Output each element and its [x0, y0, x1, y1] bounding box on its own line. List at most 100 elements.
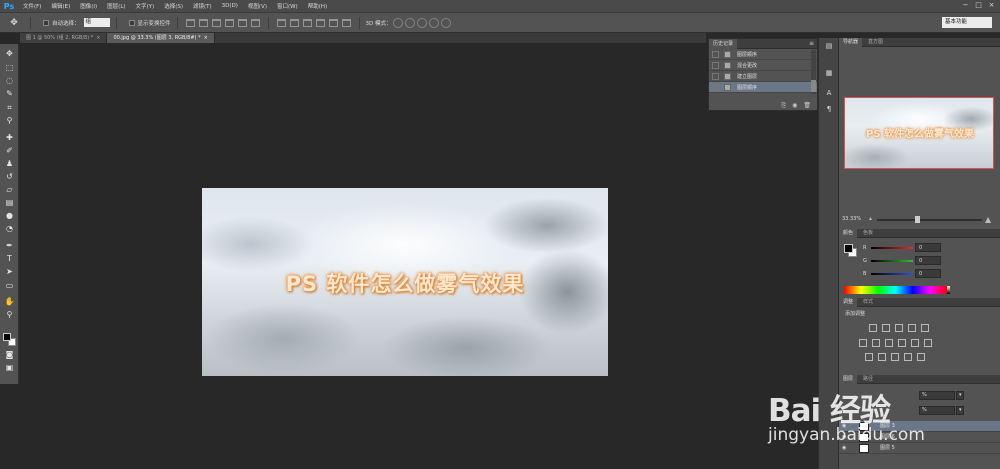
vibrance-icon[interactable]: [921, 324, 929, 332]
pen-tool-icon[interactable]: ✒: [4, 240, 15, 251]
distribute-hcenter-icon[interactable]: [328, 18, 338, 27]
history-item[interactable]: 图层顺序: [709, 49, 817, 60]
history-brush-source-box[interactable]: [712, 61, 719, 69]
new-document-from-state-icon[interactable]: ⎘: [781, 102, 786, 110]
blur-tool-icon[interactable]: ●: [4, 210, 15, 221]
3d-scale-icon[interactable]: [440, 17, 451, 28]
selective-color-icon[interactable]: [917, 353, 925, 361]
document-tab-2[interactable]: 00.jpg @ 33.3% (图层 3, RGB/8#) * ×: [107, 33, 215, 43]
menu-layer[interactable]: 图层(L): [102, 2, 130, 10]
3d-pan-icon[interactable]: [416, 17, 427, 28]
zoom-slider[interactable]: [877, 216, 982, 223]
menu-edit[interactable]: 编辑(E): [46, 2, 75, 10]
auto-select-checkbox[interactable]: [43, 19, 49, 26]
history-panel-icon[interactable]: ▤: [824, 41, 834, 51]
new-snapshot-icon[interactable]: ◉: [792, 102, 797, 109]
close-button[interactable]: ×: [987, 1, 996, 10]
tab-swatches[interactable]: 色板: [859, 229, 877, 238]
zoom-in-icon[interactable]: ▲: [985, 215, 991, 224]
history-brush-source-box[interactable]: [712, 50, 719, 58]
tab-history[interactable]: 历史记录: [709, 39, 738, 49]
screen-mode-icon[interactable]: ▣: [4, 362, 15, 373]
move-tool-icon[interactable]: ✥: [4, 48, 15, 59]
3d-rotate-icon[interactable]: [392, 17, 403, 28]
history-brush-source-box[interactable]: [712, 83, 719, 91]
menu-select[interactable]: 选择(S): [159, 2, 188, 10]
gradient-tool-icon[interactable]: ▤: [4, 197, 15, 208]
channel-slider-g[interactable]: [871, 260, 913, 262]
document-canvas[interactable]: PS 软件怎么做雾气效果: [202, 188, 608, 376]
zoom-out-icon[interactable]: ▴: [869, 215, 872, 222]
zoom-level[interactable]: 33.33%: [842, 216, 861, 222]
panel-menu-icon[interactable]: ≡: [809, 40, 814, 47]
document-tab-1[interactable]: 图 1 @ 50% (组 2, RGB/8) * ×: [20, 33, 108, 43]
character-panel-icon[interactable]: A: [824, 88, 834, 98]
menu-help[interactable]: 帮助(H): [303, 2, 332, 10]
tab-histogram[interactable]: 直方图: [864, 38, 887, 47]
delete-state-icon[interactable]: 🗑: [803, 102, 811, 109]
history-item[interactable]: 建立图层: [709, 71, 817, 82]
levels-icon[interactable]: [882, 324, 890, 332]
eyedropper-tool-icon[interactable]: ⚲: [4, 115, 15, 126]
menu-view[interactable]: 视图(V): [243, 2, 272, 10]
gradient-map-icon[interactable]: [904, 353, 912, 361]
history-scroll-thumb[interactable]: [811, 80, 816, 92]
paragraph-panel-icon[interactable]: ¶: [824, 104, 834, 114]
distribute-bottom-icon[interactable]: [302, 18, 312, 27]
menu-window[interactable]: 窗口(W): [272, 2, 303, 10]
workspace-dropdown[interactable]: 基本功能: [942, 17, 992, 28]
menu-filter[interactable]: 滤镜(T): [188, 2, 217, 10]
tab-navigator[interactable]: 导航器: [839, 38, 863, 47]
distribute-left-icon[interactable]: [315, 18, 325, 27]
channel-value-r[interactable]: 0: [915, 243, 941, 252]
history-item-active[interactable]: 图层顺序: [709, 82, 817, 93]
distribute-vcenter-icon[interactable]: [289, 18, 299, 27]
channel-slider-b[interactable]: [871, 273, 913, 275]
curves-icon[interactable]: [895, 324, 903, 332]
invert-icon[interactable]: [865, 353, 873, 361]
channel-mixer-icon[interactable]: [911, 339, 919, 347]
dodge-tool-icon[interactable]: ◔: [4, 223, 15, 234]
zoom-tool-icon[interactable]: ⚲: [4, 309, 15, 320]
close-tab-icon[interactable]: ×: [204, 35, 208, 41]
hand-tool-icon[interactable]: ✋: [4, 296, 15, 307]
align-bottom-icon[interactable]: [211, 18, 221, 27]
navigator-preview[interactable]: PS 软件怎么做雾气效果: [844, 97, 994, 169]
history-brush-tool-icon[interactable]: ↺: [4, 171, 15, 182]
align-vcenter-icon[interactable]: [198, 18, 208, 27]
menu-image[interactable]: 图像(I): [75, 2, 102, 10]
history-item[interactable]: 混合更改: [709, 60, 817, 71]
channel-value-g[interactable]: 0: [915, 256, 941, 265]
properties-panel-icon[interactable]: ▦: [824, 68, 834, 78]
marquee-tool-icon[interactable]: ⬚: [4, 62, 15, 73]
brush-tool-icon[interactable]: ✐: [4, 145, 15, 156]
threshold-icon[interactable]: [891, 353, 899, 361]
type-tool-icon[interactable]: T: [4, 253, 15, 264]
quick-mask-icon[interactable]: ◙: [4, 349, 15, 360]
shape-tool-icon[interactable]: ▭: [4, 280, 15, 291]
tab-adjustments[interactable]: 调整: [839, 298, 858, 307]
move-tool-preset-icon[interactable]: ✥: [4, 16, 24, 30]
color-panel-foreground[interactable]: [844, 244, 853, 253]
color-balance-icon[interactable]: [872, 339, 880, 347]
clone-stamp-tool-icon[interactable]: ♟: [4, 158, 15, 169]
exposure-icon[interactable]: [908, 324, 916, 332]
history-scrollbar[interactable]: [811, 50, 816, 94]
black-white-icon[interactable]: [885, 339, 893, 347]
foreground-color-swatch[interactable]: [3, 333, 11, 341]
healing-brush-tool-icon[interactable]: ✚: [4, 132, 15, 143]
menu-3d[interactable]: 3D(D): [217, 3, 243, 9]
hue-saturation-icon[interactable]: [859, 339, 867, 347]
3d-roll-icon[interactable]: [404, 17, 415, 28]
color-lookup-icon[interactable]: [924, 339, 932, 347]
path-select-tool-icon[interactable]: ➤: [4, 266, 15, 277]
3d-slide-icon[interactable]: [428, 17, 439, 28]
align-hcenter-icon[interactable]: [237, 18, 247, 27]
zoom-slider-thumb[interactable]: [915, 216, 920, 223]
menu-type[interactable]: 文字(Y): [131, 2, 160, 10]
color-spectrum-bar[interactable]: [844, 286, 947, 294]
minimize-button[interactable]: −: [961, 1, 970, 10]
show-transform-checkbox[interactable]: [128, 19, 135, 26]
channel-slider-r[interactable]: [871, 247, 913, 249]
align-right-icon[interactable]: [250, 18, 260, 27]
